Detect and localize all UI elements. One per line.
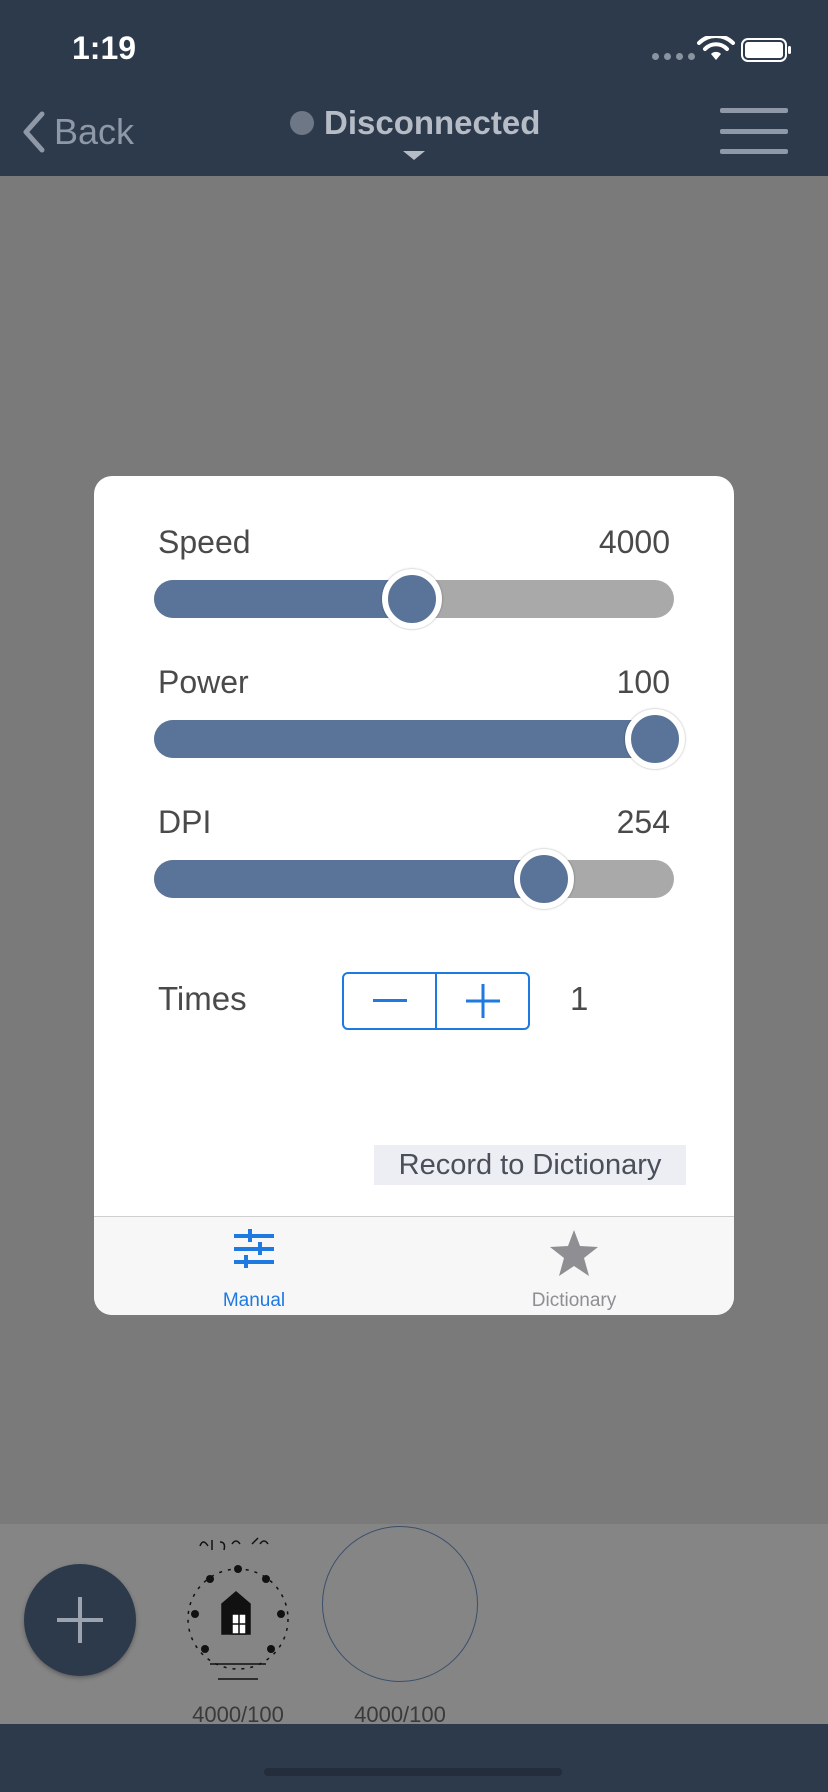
add-button[interactable] [24, 1564, 136, 1676]
power-slider-thumb[interactable] [625, 709, 685, 769]
room-key-stamp-thumbnail[interactable] [170, 1524, 306, 1694]
speed-row: Speed 4000 [158, 524, 670, 561]
power-slider-fill [154, 720, 659, 758]
cellular-signal-icon [652, 53, 695, 60]
status-dot-icon [290, 111, 314, 135]
connection-status[interactable]: Disconnected [290, 104, 540, 142]
modal-tab-bar: Manual Dictionary [94, 1216, 734, 1315]
plus-icon [465, 984, 500, 1018]
back-button[interactable]: Back [22, 108, 134, 156]
connection-status-label: Disconnected [324, 104, 541, 141]
tab-dictionary-label: Dictionary [531, 1290, 617, 1311]
times-stepper [342, 972, 530, 1030]
top-bar: 1:19 Back Disconnected [0, 0, 828, 176]
tab-dictionary[interactable]: Dictionary [414, 1217, 734, 1315]
settings-modal: Speed 4000 Power 100 DPI 254 Times 1 Rec… [94, 476, 734, 1315]
increment-button[interactable] [437, 974, 528, 1028]
home-bar [0, 1724, 828, 1792]
tab-manual[interactable]: Manual [94, 1217, 414, 1315]
caret-down-icon[interactable] [403, 151, 425, 160]
power-value: 100 [616, 664, 670, 700]
speed-value: 4000 [598, 524, 670, 560]
back-label: Back [54, 111, 135, 152]
speed-slider-thumb[interactable] [381, 569, 442, 629]
status-time: 1:19 [72, 30, 137, 66]
speed-slider-fill [154, 580, 416, 618]
dpi-value: 254 [616, 804, 670, 840]
dpi-slider-fill [154, 860, 549, 898]
chevron-left-icon [23, 111, 45, 153]
times-value: 1 [570, 980, 589, 1017]
dpi-slider-thumb[interactable] [514, 849, 575, 909]
power-slider[interactable] [154, 709, 685, 769]
power-label: Power [158, 664, 249, 700]
sliders-icon [234, 1229, 274, 1268]
wifi-icon [697, 36, 735, 60]
minus-icon [372, 999, 407, 1002]
circle-thumbnail[interactable] [322, 1526, 478, 1682]
bottom-tray: 4000/100 4000/100 [0, 1524, 828, 1727]
battery-icon [741, 38, 791, 62]
hamburger-menu-icon[interactable] [720, 108, 788, 154]
decrement-button[interactable] [344, 974, 437, 1028]
record-to-dictionary-button[interactable]: Record to Dictionary [374, 1145, 686, 1185]
dpi-row: DPI 254 [158, 804, 670, 841]
times-label: Times [158, 980, 247, 1017]
speed-slider[interactable] [154, 569, 674, 629]
star-icon [550, 1230, 598, 1276]
dpi-label: DPI [158, 804, 212, 840]
tab-manual-label: Manual [222, 1290, 286, 1311]
power-row: Power 100 [158, 664, 670, 701]
dpi-slider[interactable] [154, 849, 674, 909]
home-indicator[interactable] [264, 1768, 562, 1776]
speed-label: Speed [158, 524, 251, 560]
